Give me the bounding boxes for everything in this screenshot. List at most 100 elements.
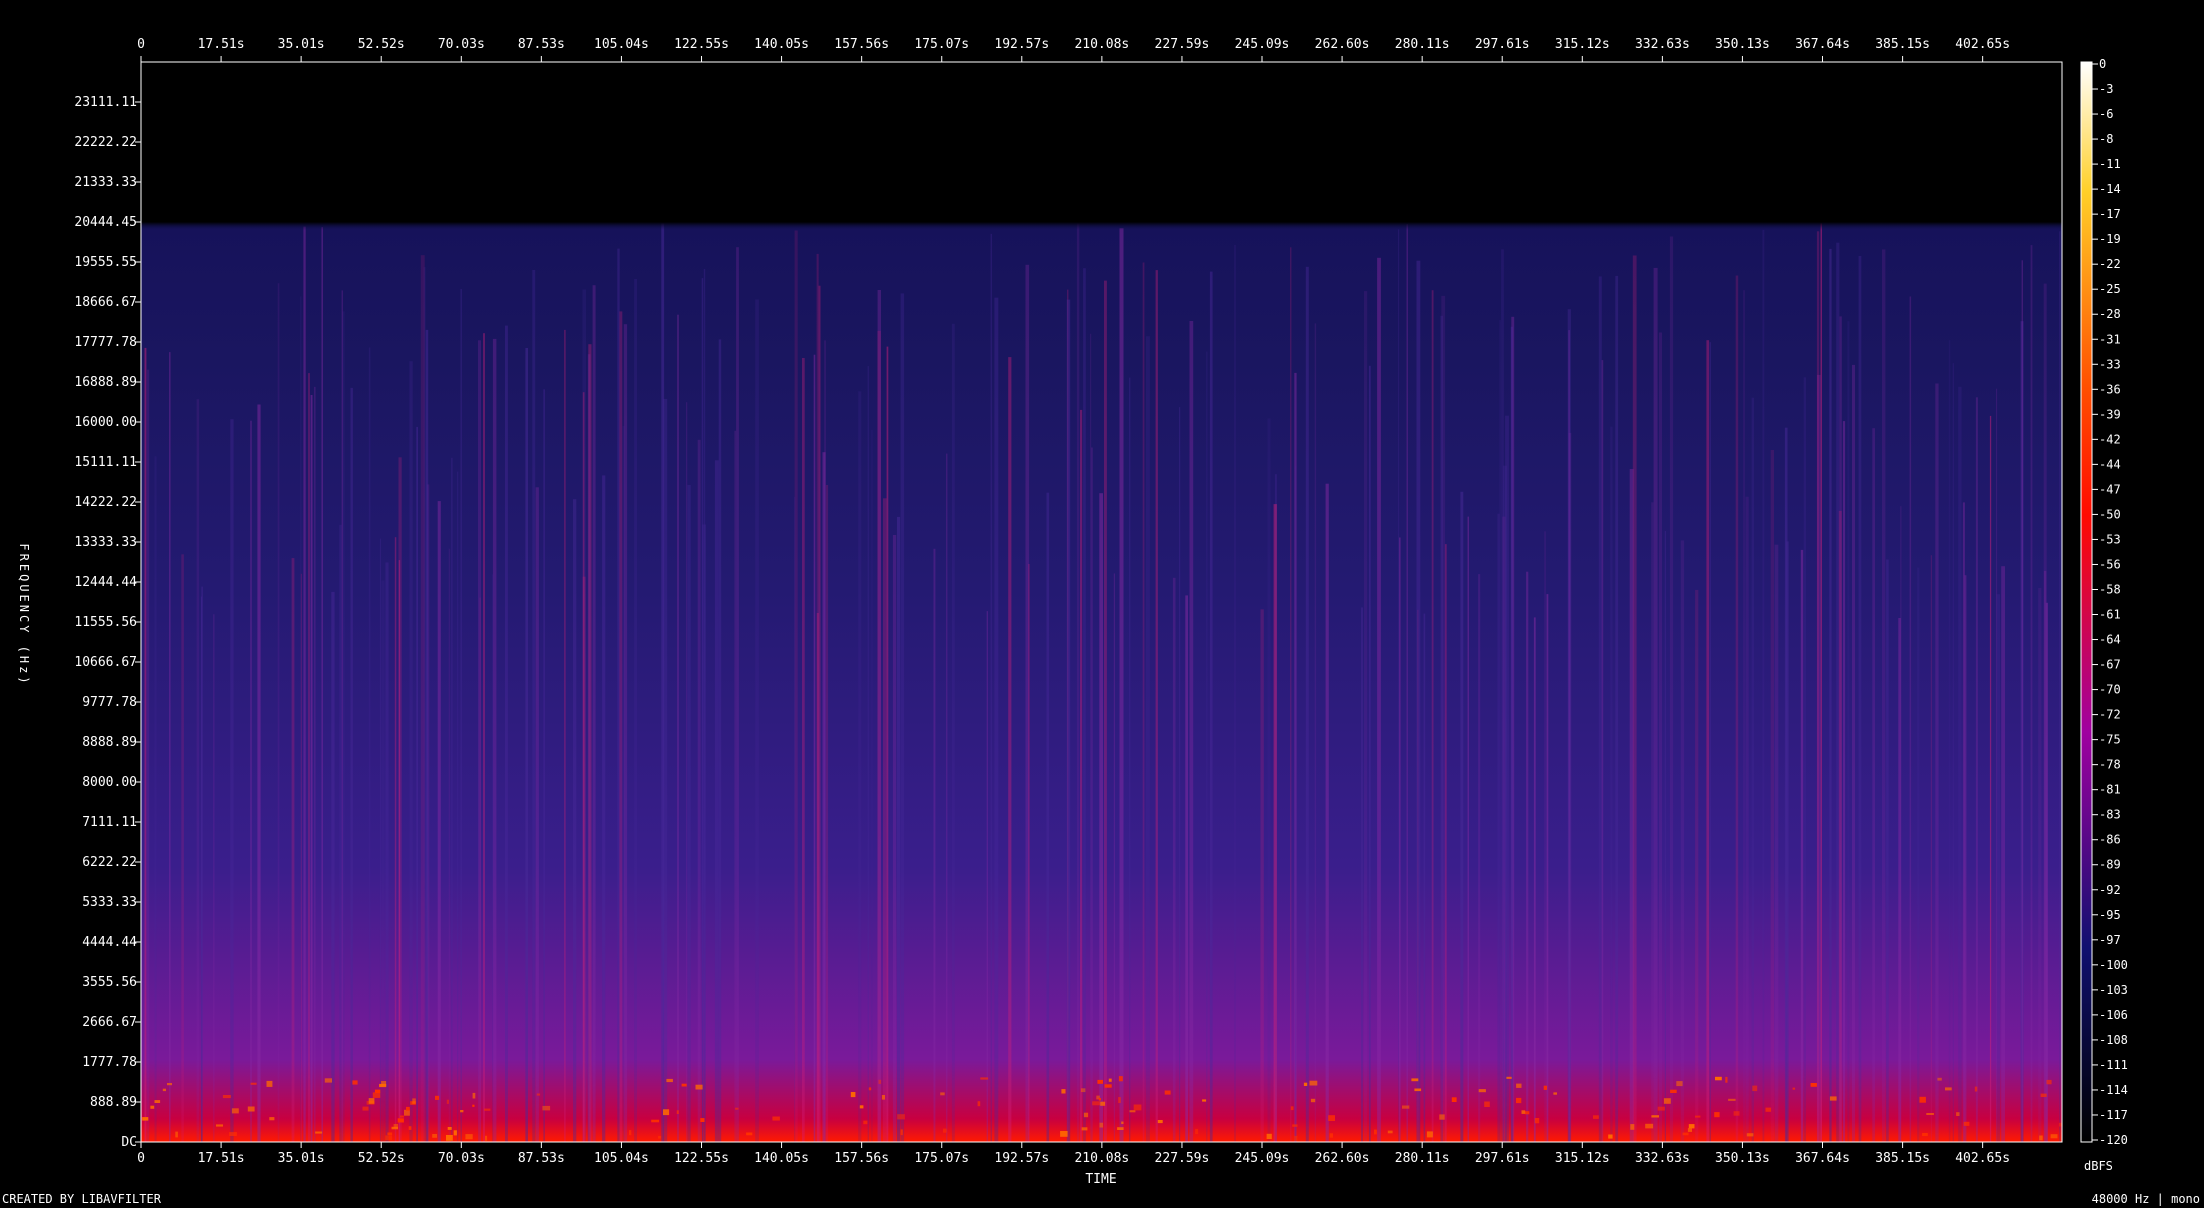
spectrogram-hotspot [1387, 1130, 1393, 1134]
spectrogram-streak [663, 398, 668, 1142]
spectrogram-streak [1909, 296, 1912, 1142]
spectrogram-hotspot [1792, 1087, 1796, 1090]
spectrogram-streak [314, 386, 316, 1142]
spectrogram-hotspot [977, 1101, 981, 1107]
spectrogram-hotspot [1195, 1128, 1199, 1135]
spectrogram-hotspot [1553, 1092, 1557, 1095]
spectrogram-hotspot [850, 1092, 856, 1098]
spectrogram-hotspot [746, 1132, 753, 1136]
x-tick-label: 35.01s [278, 1151, 325, 1166]
y-tick-label: 21333.33 [74, 175, 137, 190]
spectrogram-streak [543, 389, 545, 1142]
spectrogram-hotspot [399, 1115, 404, 1118]
spectrogram-streak [144, 347, 147, 1142]
x-tick-label: 0 [137, 37, 145, 52]
spectrogram-hotspot [250, 1082, 257, 1085]
spectrogram-hotspot [1426, 1131, 1433, 1138]
spectrogram-hotspot [1608, 1134, 1613, 1139]
colorbar-tick-label: -47 [2099, 482, 2121, 496]
spectrogram-streak [1770, 450, 1774, 1142]
colorbar-tick-label: -120 [2099, 1133, 2128, 1147]
spectrogram-hotspot [315, 1131, 323, 1134]
spectrogram-hotspot [175, 1131, 178, 1138]
spectrogram-hotspot [900, 1129, 903, 1136]
spectrogram-hotspot [863, 1120, 868, 1125]
spectrogram-streak [1838, 510, 1842, 1142]
spectrogram-hotspot [266, 1080, 273, 1087]
x-tick-label: 350.13s [1715, 37, 1770, 52]
y-tick-label: 15111.11 [74, 455, 137, 470]
spectrogram-streak [1743, 290, 1745, 1142]
spectrogram-streak [1206, 351, 1208, 1142]
spectrogram-streak [1762, 229, 1765, 1142]
spectrogram-streak [1709, 342, 1711, 1142]
spectrogram-streak [1440, 315, 1443, 1142]
colorbar-tick-label: -22 [2099, 257, 2121, 271]
spectrogram-hotspot [700, 1118, 705, 1122]
spectrogram-streak [1267, 418, 1271, 1142]
spectrogram-hotspot [397, 1118, 404, 1123]
spectrogram-streak [1784, 427, 1788, 1142]
x-tick-label: 192.57s [994, 1151, 1049, 1166]
spectrogram-streak [1544, 531, 1546, 1142]
colorbar-tick-label: -8 [2099, 132, 2113, 146]
spectrogram-hotspot [1329, 1133, 1333, 1138]
spectrogram-hotspot [453, 1130, 457, 1136]
spectrogram-hotspot [536, 1093, 541, 1096]
spectrogram-streak [1858, 256, 1862, 1142]
colorbar-tick-label: -31 [2099, 332, 2121, 346]
spectrogram-streak [230, 419, 234, 1142]
spectrogram-streak [933, 548, 936, 1142]
spectrogram-streak [1829, 248, 1832, 1142]
colorbar-tick-label: -42 [2099, 432, 2121, 446]
spectrogram-hotspot [1098, 1098, 1101, 1101]
colorbar-ticks: 0 -3 -6 -8 -11 -14 -17 -19 -22 -25 -28 -31 -33 -36 -39… [2092, 57, 2128, 1147]
x-tick-label: 105.04s [594, 1151, 649, 1166]
spectrogram-streak [1273, 504, 1277, 1142]
y-tick-label: 11555.56 [74, 615, 137, 630]
colorbar-tick-label: -61 [2099, 608, 2121, 622]
colorbar-tick-label: -6 [2099, 107, 2113, 121]
spectrogram-hotspot [1525, 1111, 1530, 1115]
spectrogram-hotspot [1506, 1076, 1512, 1079]
y-axis: 23111.11 22222.22 21333.33 20444.45 19555.55… [74, 95, 141, 1150]
spectrogram-streak [623, 324, 628, 1142]
x-tick-label: 52.52s [358, 37, 405, 52]
y-tick-label: 18666.67 [74, 295, 137, 310]
spectrogram-streak [877, 330, 881, 1142]
spectrogram-streak [201, 586, 203, 1142]
spectrogram-streak [1751, 397, 1754, 1142]
spectrogram-streak [1930, 555, 1932, 1142]
spectrogram-streak [1361, 607, 1363, 1142]
x-tick-label: 87.53s [518, 37, 565, 52]
spectrogram-streak [794, 230, 798, 1142]
colorbar-tick-label: -114 [2099, 1083, 2128, 1097]
spectrogram-hotspot [150, 1105, 155, 1109]
spectrogram-hotspot [676, 1110, 679, 1114]
colorbar-tick-label: -89 [2099, 858, 2121, 872]
spectrogram-streak [169, 352, 171, 1142]
colorbar-tick-label: -25 [2099, 282, 2121, 296]
spectrogram-hotspot [1963, 1121, 1970, 1126]
spectrogram-hotspot [1328, 1115, 1335, 1121]
spectrogram-streak [339, 524, 342, 1142]
spectrogram-streak [1234, 244, 1236, 1142]
colorbar-tick-label: -72 [2099, 708, 2121, 722]
spectrogram-hotspot [2039, 1135, 2043, 1141]
cutoff-edge [141, 221, 2062, 230]
spectrogram-streak [714, 460, 719, 1142]
spectrogram-hotspot [1752, 1085, 1758, 1092]
x-tick-label: 105.04s [594, 37, 649, 52]
spectrogram-hotspot [1060, 1131, 1068, 1137]
colorbar-tick-label: -44 [2099, 457, 2121, 471]
spectrogram-hotspot [269, 1117, 275, 1121]
spectrogram-streak [1680, 540, 1685, 1142]
spectrogram-streak [277, 283, 280, 1142]
spectrogram-streak [686, 402, 688, 1142]
x-tick-label: 227.59s [1155, 1151, 1210, 1166]
x-tick-label: 385.15s [1875, 1151, 1930, 1166]
spectrogram-streak [816, 613, 819, 1142]
spectrogram-streak [1533, 617, 1536, 1142]
spectrogram-hotspot [1682, 1132, 1689, 1136]
spectrogram-streak [1800, 549, 1804, 1142]
